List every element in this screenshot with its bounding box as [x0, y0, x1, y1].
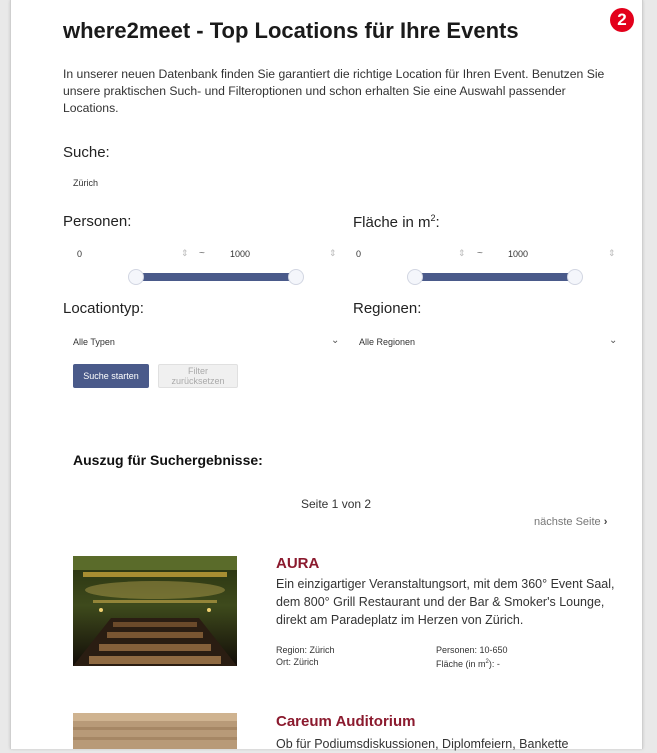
area-min-input[interactable]: 0	[356, 249, 361, 259]
persons-range-min-handle[interactable]	[128, 269, 144, 285]
location-image-careum[interactable]	[73, 713, 237, 749]
area-range-max-handle[interactable]	[567, 269, 583, 285]
results-heading: Auszug für Suchergebnisse:	[73, 452, 263, 468]
area-max-input[interactable]: 1000	[508, 249, 528, 259]
search-button[interactable]: Suche starten	[73, 364, 149, 388]
location-persons: Personen: 10-650	[436, 645, 508, 655]
area-range-min-handle[interactable]	[407, 269, 423, 285]
area-range-separator: ~	[477, 248, 483, 259]
chevron-right-icon: ›	[603, 516, 608, 528]
location-description: Ob für Podiumsdiskussionen, Diplomfeiern…	[276, 737, 569, 751]
persons-max-input[interactable]: 1000	[230, 249, 250, 259]
pagination-info: Seite 1 von 2	[301, 497, 372, 511]
location-ort: Ort: Zürich	[276, 657, 319, 667]
regions-label: Regionen:	[353, 300, 422, 317]
chevron-down-icon[interactable]: ⌄	[331, 335, 339, 346]
persons-range-track	[136, 273, 296, 281]
location-image-aura[interactable]	[73, 556, 237, 666]
next-page-link[interactable]: nächste Seite ›	[534, 516, 607, 528]
page-frame: 2 where2meet - Top Locations für Ihre Ev…	[10, 0, 643, 751]
location-region: Region: Zürich	[276, 645, 335, 655]
location-capacity: Personen: 10-650 Fläche (in m2): -	[436, 644, 508, 670]
persons-min-input[interactable]: 0	[77, 249, 82, 259]
location-description: Ein einzigartiger Veranstaltungsort, mit…	[276, 577, 615, 627]
persons-label: Personen:	[63, 213, 132, 230]
location-name[interactable]: AURA	[276, 555, 319, 572]
regions-select[interactable]: Alle Regionen	[359, 337, 415, 347]
location-type-select[interactable]: Alle Typen	[73, 337, 115, 347]
location-area: Fläche (in m2): -	[436, 659, 500, 669]
location-name[interactable]: Careum Auditorium	[276, 713, 415, 730]
area-label: Fläche in m2:	[353, 213, 440, 231]
page-title: where2meet - Top Locations für Ihre Even…	[63, 18, 519, 43]
persons-max-stepper-icon[interactable]: ⇕	[329, 248, 337, 259]
location-region-ort: Region: Zürich Ort: Zürich	[276, 644, 335, 668]
persons-min-stepper-icon[interactable]: ⇕	[181, 248, 189, 259]
area-range-track	[415, 273, 575, 281]
persons-range-max-handle[interactable]	[288, 269, 304, 285]
area-min-stepper-icon[interactable]: ⇕	[458, 248, 466, 259]
intro-text: In unserer neuen Datenbank finden Sie ga…	[63, 67, 605, 115]
reset-filter-button[interactable]: Filter zurücksetzen	[158, 364, 238, 388]
search-input[interactable]: Zürich	[73, 178, 98, 188]
chevron-down-icon[interactable]: ⌄	[609, 335, 617, 346]
area-max-stepper-icon[interactable]: ⇕	[608, 248, 616, 259]
search-label: Suche:	[63, 144, 110, 161]
location-type-label: Locationtyp:	[63, 300, 144, 317]
step-number-badge: 2	[610, 8, 634, 32]
persons-range-separator: ~	[199, 248, 205, 259]
